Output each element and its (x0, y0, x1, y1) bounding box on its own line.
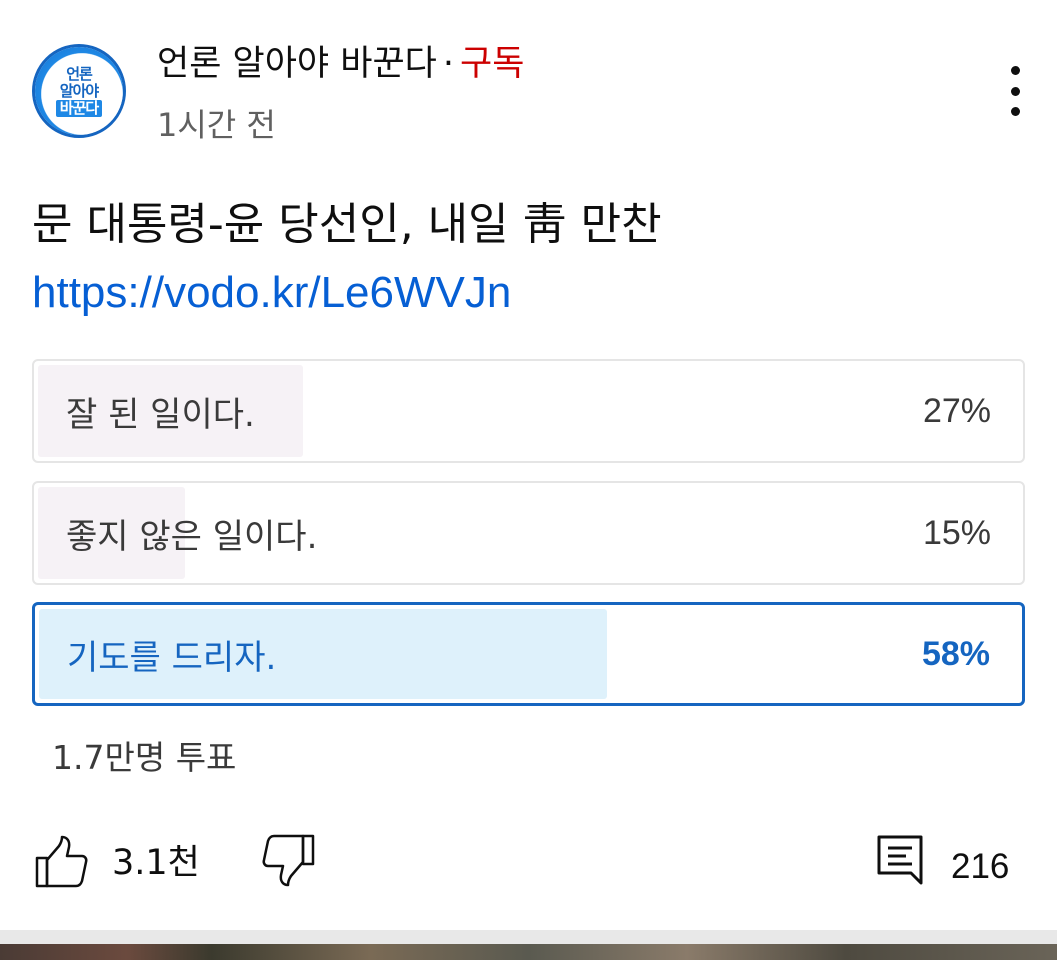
thumb-up-icon[interactable] (34, 834, 90, 890)
poll-option-percent: 27% (922, 391, 991, 430)
poll-option-1[interactable]: 잘 된 일이다. 27% (32, 359, 1025, 463)
poll-option-2[interactable]: 좋지 않은 일이다. 15% (32, 481, 1025, 585)
channel-avatar[interactable]: 언론 알아야 바꾼다 (32, 44, 126, 138)
avatar-text-line-1: 언론 (66, 64, 93, 83)
post-header: 언론 알아야 바꾼다 언론 알아야 바꾼다 · 구독 1시간 전 (0, 0, 1057, 170)
subscribe-button[interactable]: 구독 (460, 44, 524, 84)
next-post-thumbnail[interactable] (0, 944, 1057, 960)
post-link[interactable]: https://vodo.kr/Le6WVJn (32, 264, 511, 322)
feed-divider (0, 930, 1057, 944)
poll-vote-count: 1.7만명 투표 (52, 738, 237, 777)
poll-option-percent: 15% (922, 513, 991, 552)
comment-icon[interactable] (876, 834, 924, 886)
poll-option-label: 좋지 않은 일이다. (66, 516, 318, 557)
comment-count: 216 (951, 847, 1010, 886)
avatar-text-line-3: 바꾼다 (55, 99, 103, 117)
more-vert-icon[interactable] (995, 66, 1035, 116)
poll-option-label: 잘 된 일이다. (66, 394, 255, 435)
separator-dot: · (442, 44, 454, 84)
channel-name[interactable]: 언론 알아야 바꾼다 (157, 44, 437, 84)
action-bar: 3.1천 216 (0, 820, 1057, 910)
avatar-text-line-2: 알아야 (59, 81, 99, 100)
post-time: 1시간 전 (157, 106, 276, 144)
poll-option-label: 기도를 드리자. (67, 637, 277, 678)
poll-option-percent: 58% (921, 634, 990, 673)
thumb-down-icon[interactable] (260, 832, 316, 888)
like-count: 3.1천 (112, 843, 200, 883)
channel-line: 언론 알아야 바꾼다 · 구독 (157, 42, 524, 86)
post-title: 문 대통령-윤 당선인, 내일 靑 만찬 (32, 199, 662, 250)
poll-option-3[interactable]: 기도를 드리자. 58% (32, 602, 1025, 706)
